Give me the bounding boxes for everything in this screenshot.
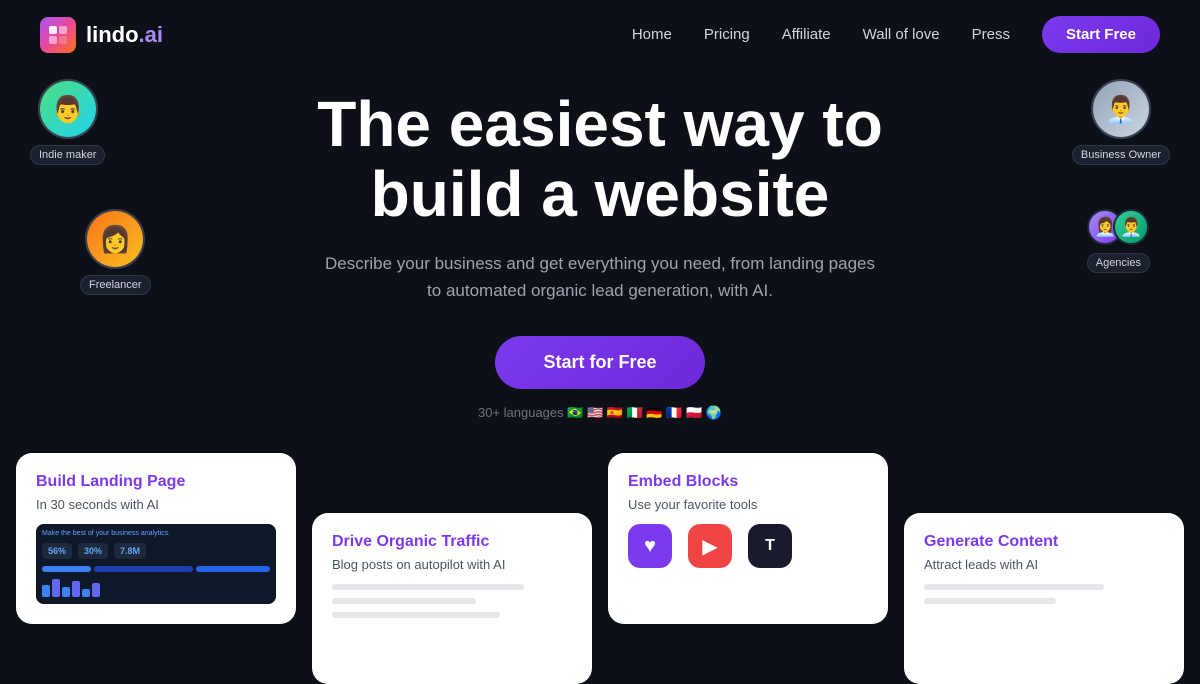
avatar-indie-maker-label: Indie maker bbox=[30, 145, 105, 165]
card-drive-traffic: Drive Organic Traffic Blog posts on auto… bbox=[312, 513, 592, 684]
card-build-landing-subtitle: In 30 seconds with AI bbox=[36, 497, 276, 512]
hero-section: 👨 Indie maker 👩 Freelancer 👨‍💼 Business … bbox=[0, 69, 1200, 445]
logo[interactable]: lindo.ai bbox=[40, 17, 163, 53]
nav-wall-of-love[interactable]: Wall of love bbox=[863, 26, 940, 43]
card-embed-blocks-subtitle: Use your favorite tools bbox=[628, 497, 868, 512]
avatar-business-owner-label: Business Owner bbox=[1072, 145, 1170, 165]
logo-text: lindo.ai bbox=[86, 22, 163, 48]
nav-press[interactable]: Press bbox=[972, 26, 1010, 43]
card-build-landing: Build Landing Page In 30 seconds with AI… bbox=[16, 453, 296, 624]
card-generate-content: Generate Content Attract leads with AI bbox=[904, 513, 1184, 684]
hero-subtitle: Describe your business and get everythin… bbox=[320, 250, 880, 304]
card-generate-content-title: Generate Content bbox=[924, 533, 1164, 551]
hero-title: The easiest way to build a website bbox=[317, 89, 883, 230]
navbar: lindo.ai Home Pricing Affiliate Wall of … bbox=[0, 0, 1200, 69]
avatar-freelancer-label: Freelancer bbox=[80, 275, 151, 295]
embed-icon-heart: ♥ bbox=[628, 524, 672, 568]
avatar-indie-maker-image: 👨 bbox=[38, 79, 98, 139]
nav-links: Home Pricing Affiliate Wall of love Pres… bbox=[632, 16, 1160, 53]
avatar-business-owner-image: 👨‍💼 bbox=[1091, 79, 1151, 139]
avatar-agencies-label: Agencies bbox=[1087, 253, 1150, 273]
card-build-landing-title: Build Landing Page bbox=[36, 473, 276, 491]
embed-icon-youtube: ▶ bbox=[688, 524, 732, 568]
feature-cards: Build Landing Page In 30 seconds with AI… bbox=[0, 453, 1200, 624]
card-build-landing-preview: Make the best of your business analytics… bbox=[36, 524, 276, 604]
navbar-start-free-button[interactable]: Start Free bbox=[1042, 16, 1160, 53]
hero-start-free-button[interactable]: Start for Free bbox=[495, 336, 704, 389]
nav-pricing[interactable]: Pricing bbox=[704, 26, 750, 43]
card-generate-content-subtitle: Attract leads with AI bbox=[924, 557, 1164, 572]
embed-icons-row: ♥ ▶ T bbox=[628, 524, 868, 568]
avatar-freelancer-image: 👩 bbox=[85, 209, 145, 269]
card-drive-traffic-title: Drive Organic Traffic bbox=[332, 533, 572, 551]
card-embed-blocks: Embed Blocks Use your favorite tools ♥ ▶… bbox=[608, 453, 888, 624]
card-drive-traffic-subtitle: Blog posts on autopilot with AI bbox=[332, 557, 572, 572]
avatar-agencies: 👩‍💼 👨‍💼 Agencies bbox=[1087, 209, 1150, 273]
avatar-indie-maker: 👨 Indie maker bbox=[30, 79, 105, 165]
card-embed-blocks-title: Embed Blocks bbox=[628, 473, 868, 491]
avatar-business-owner: 👨‍💼 Business Owner bbox=[1072, 79, 1170, 165]
nav-affiliate[interactable]: Affiliate bbox=[782, 26, 831, 43]
hero-languages: 30+ languages 🇧🇷 🇺🇸 🇪🇸 🇮🇹 🇩🇪 🇫🇷 🇵🇱 🌍 bbox=[478, 405, 722, 421]
avatar-freelancer: 👩 Freelancer bbox=[80, 209, 151, 295]
nav-home[interactable]: Home bbox=[632, 26, 672, 43]
avatar-agencies-image-2: 👨‍💼 bbox=[1113, 209, 1149, 245]
embed-icon-t: T bbox=[748, 524, 792, 568]
logo-icon bbox=[40, 17, 76, 53]
